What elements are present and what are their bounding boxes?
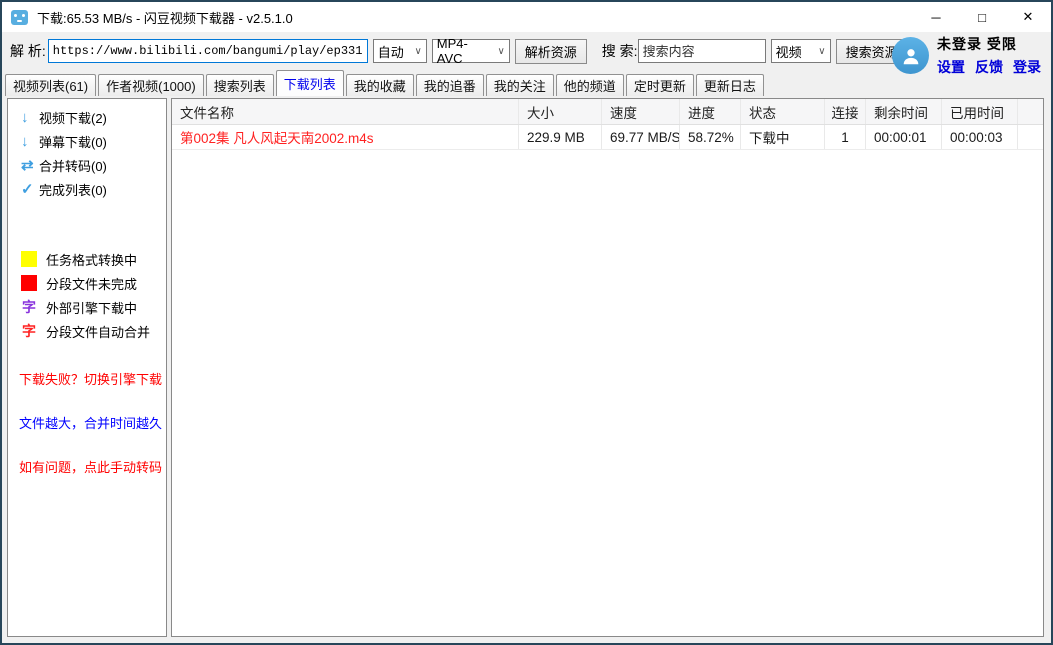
cell-progress: 58.72%	[680, 125, 741, 149]
legend-segment-incomplete: 分段文件未完成	[8, 271, 166, 295]
table-row[interactable]: 第002集 凡人风起天南2002.m4s 229.9 MB 69.77 MB/S…	[172, 125, 1043, 150]
login-link[interactable]: 登录	[1013, 57, 1041, 77]
mode-select-value: 自动	[378, 42, 404, 61]
legend-external-engine: 字 外部引擎下载中	[8, 295, 166, 319]
download-icon: ↓	[21, 133, 39, 150]
tab-his-channel[interactable]: 他的频道	[556, 74, 624, 96]
yellow-swatch-icon	[21, 251, 37, 267]
chevron-down-icon: ∨	[812, 46, 825, 57]
settings-link[interactable]: 设置	[937, 57, 965, 77]
purple-char-icon: 字	[21, 297, 37, 317]
download-table: 文件名称 大小 速度 进度 状态 连接 剩余时间 已用时间 第002集 凡人风起…	[171, 98, 1044, 637]
column-header-speed[interactable]: 速度	[602, 99, 680, 124]
cell-elapsed-time: 00:00:03	[942, 125, 1018, 149]
account-block: 未登录 受限 设置 反馈 登录	[892, 34, 1041, 77]
sidebar-item-completed-list[interactable]: ✓ 完成列表(0)	[8, 177, 166, 201]
app-icon	[11, 10, 28, 25]
sidebar-tips: 下载失败？切换引擎下载 文件越大，合并时间越久 如有问题，点此手动转码	[8, 369, 166, 476]
sidebar-item-danmaku-download[interactable]: ↓ 弹幕下载(0)	[8, 129, 166, 153]
tab-changelog[interactable]: 更新日志	[696, 74, 764, 96]
title-bar: 下载:65.53 MB/s - 闪豆视频下载器 - v2.5.1.0 ─ □ ✕	[2, 2, 1051, 32]
swap-arrows-icon: ⇄	[21, 156, 39, 174]
tab-author-videos[interactable]: 作者视频(1000)	[98, 74, 204, 96]
chevron-down-icon: ∨	[408, 46, 421, 57]
red-swatch-icon	[21, 275, 37, 291]
check-icon: ✓	[21, 180, 39, 198]
search-input[interactable]	[638, 39, 766, 63]
column-header-connections[interactable]: 连接	[825, 99, 866, 124]
chevron-down-icon: ∨	[491, 46, 504, 57]
minimize-button[interactable]: ─	[913, 2, 959, 32]
cell-remaining-time: 00:00:01	[866, 125, 942, 149]
feedback-link[interactable]: 反馈	[975, 57, 1003, 77]
red-char-icon: 字	[21, 321, 37, 341]
parse-label: 解 析:	[10, 41, 46, 61]
login-status: 未登录 受限	[937, 34, 1017, 54]
status-legend: 任务格式转换中 分段文件未完成 字 外部引擎下载中 字 分段文件自动合并	[8, 247, 166, 343]
tip-manual-transcode[interactable]: 如有问题，点此手动转码	[19, 457, 166, 476]
tab-search-list[interactable]: 搜索列表	[206, 74, 274, 96]
close-button[interactable]: ✕	[1005, 2, 1051, 32]
tip-switch-engine[interactable]: 下载失败？切换引擎下载	[19, 369, 166, 388]
type-select-value: 视频	[776, 42, 802, 61]
content-area: ↓ 视频下载(2) ↓ 弹幕下载(0) ⇄ 合并转码(0) ✓ 完成列表(0) …	[2, 96, 1051, 643]
cell-filename: 第002集 凡人风起天南2002.m4s	[172, 125, 519, 149]
window-title: 下载:65.53 MB/s - 闪豆视频下载器 - v2.5.1.0	[37, 8, 293, 27]
search-label: 搜 索:	[602, 41, 638, 61]
column-header-progress[interactable]: 进度	[680, 99, 741, 124]
sidebar: ↓ 视频下载(2) ↓ 弹幕下载(0) ⇄ 合并转码(0) ✓ 完成列表(0) …	[7, 98, 167, 637]
cell-status: 下载中	[741, 125, 825, 149]
cell-size: 229.9 MB	[519, 125, 602, 149]
column-header-size[interactable]: 大小	[519, 99, 602, 124]
tip-merge-time: 文件越大，合并时间越久	[19, 413, 166, 432]
tab-my-follows[interactable]: 我的关注	[486, 74, 554, 96]
cell-filler	[1018, 125, 1043, 149]
cell-connections: 1	[825, 125, 866, 149]
type-select[interactable]: 视频 ∨	[771, 39, 831, 63]
sidebar-item-video-download[interactable]: ↓ 视频下载(2)	[8, 105, 166, 129]
tab-my-bangumi[interactable]: 我的追番	[416, 74, 484, 96]
column-header-elapsed-time[interactable]: 已用时间	[942, 99, 1018, 124]
tab-my-favorites[interactable]: 我的收藏	[346, 74, 414, 96]
table-header: 文件名称 大小 速度 进度 状态 连接 剩余时间 已用时间	[172, 99, 1043, 125]
column-header-filler	[1018, 99, 1043, 124]
column-header-status[interactable]: 状态	[741, 99, 825, 124]
parse-resource-button[interactable]: 解析资源	[515, 39, 587, 64]
tab-download-list[interactable]: 下载列表	[276, 70, 344, 96]
legend-transcoding: 任务格式转换中	[8, 247, 166, 271]
maximize-button[interactable]: □	[959, 2, 1005, 32]
sidebar-item-merge-transcode[interactable]: ⇄ 合并转码(0)	[8, 153, 166, 177]
legend-auto-merge: 字 分段文件自动合并	[8, 319, 166, 343]
format-select[interactable]: MP4-AVC ∨	[432, 39, 510, 63]
url-input[interactable]	[48, 39, 368, 63]
tab-scheduled-update[interactable]: 定时更新	[626, 74, 694, 96]
app-window: 下载:65.53 MB/s - 闪豆视频下载器 - v2.5.1.0 ─ □ ✕…	[0, 0, 1053, 645]
cell-speed: 69.77 MB/S	[602, 125, 680, 149]
format-select-value: MP4-AVC	[437, 36, 492, 66]
mode-select[interactable]: 自动 ∨	[373, 39, 427, 63]
download-icon: ↓	[21, 109, 39, 126]
column-header-filename[interactable]: 文件名称	[172, 99, 519, 124]
user-avatar-icon[interactable]	[892, 37, 929, 74]
column-header-remaining-time[interactable]: 剩余时间	[866, 99, 942, 124]
tab-video-list[interactable]: 视频列表(61)	[5, 74, 96, 96]
